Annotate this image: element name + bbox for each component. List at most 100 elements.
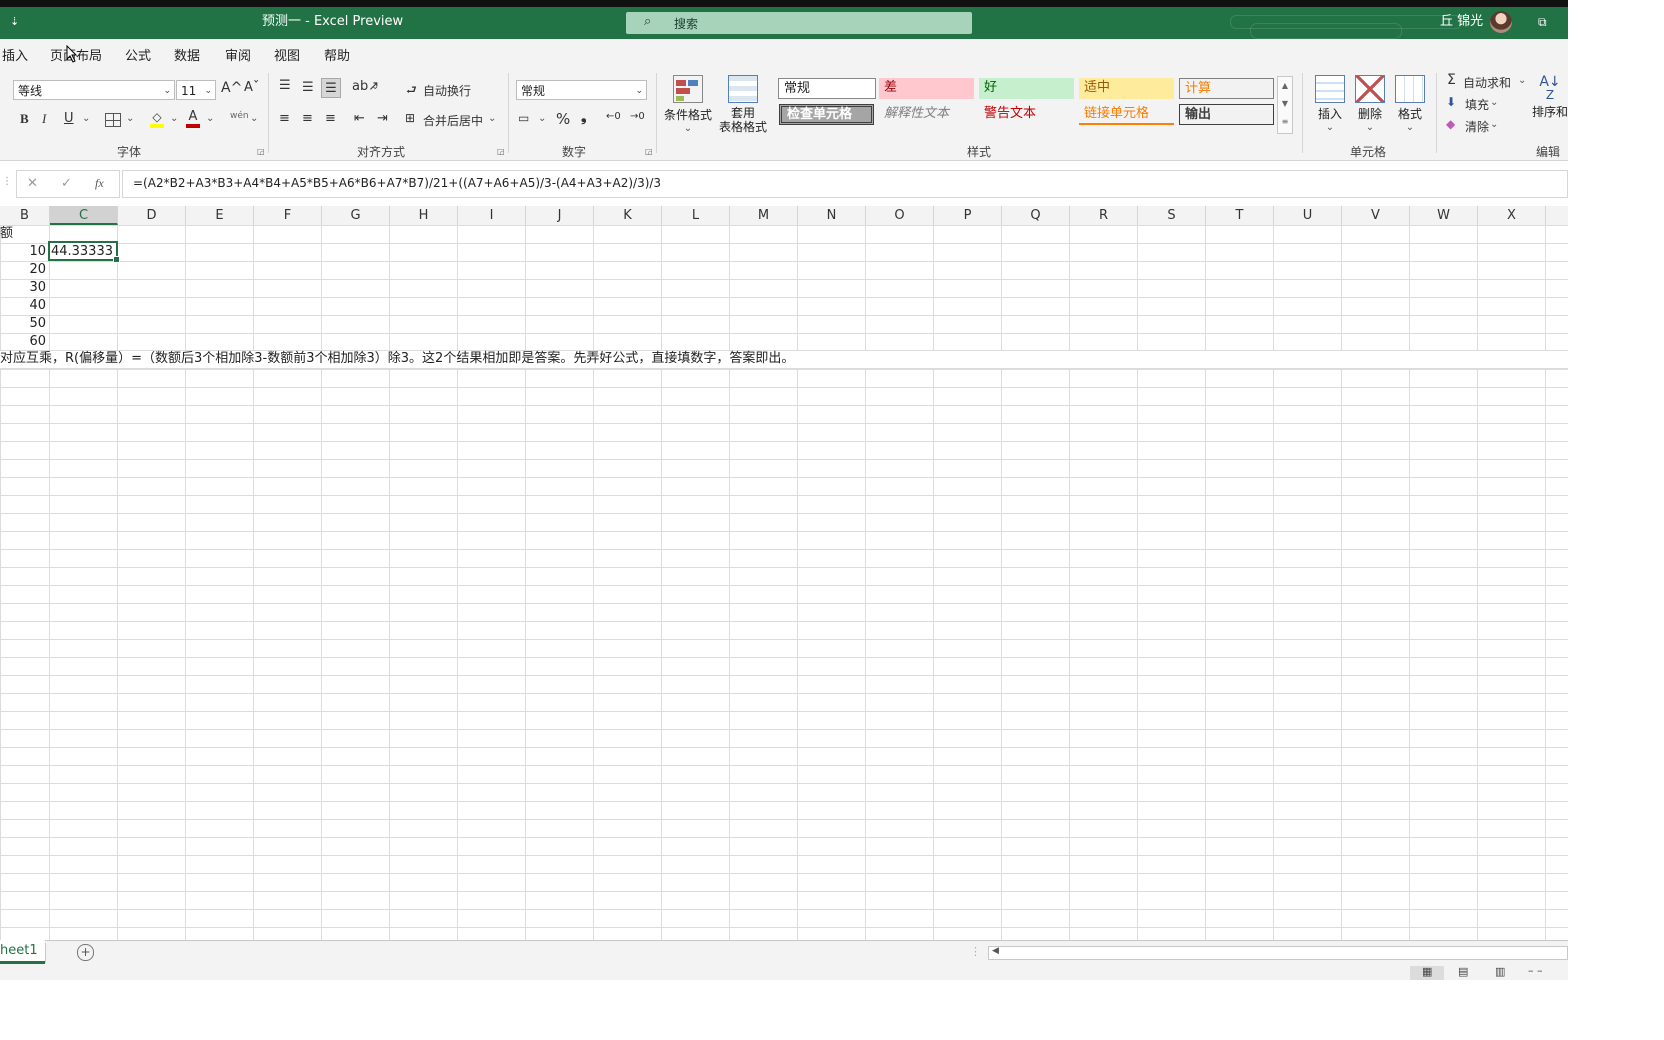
col-header-e[interactable]: E (186, 206, 254, 225)
col-header-j[interactable]: J (526, 206, 594, 225)
cell-note[interactable]: 对应互乘，R(偏移量）=（数额后3个相加除3-数额前3个相加除3）除3。这2个结… (0, 350, 794, 368)
underline-button[interactable]: U (64, 111, 74, 126)
font-name-combo[interactable]: 等线 ⌄ (13, 80, 175, 100)
col-header-g[interactable]: G (322, 206, 390, 225)
number-dialog-launcher-icon[interactable]: ◲ (645, 147, 653, 156)
align-left-icon[interactable]: ≡ (279, 111, 290, 126)
selected-cell-c2[interactable]: 44.33333 (48, 241, 120, 263)
align-top-icon[interactable]: ☰ (279, 78, 291, 93)
comma-style-button[interactable]: ❟ (581, 109, 587, 125)
col-header-c[interactable]: C (50, 206, 118, 225)
fill-color-icon[interactable]: ◇ (150, 111, 164, 129)
styles-gallery-scroll[interactable]: ▲ ▼ ≡ (1277, 76, 1293, 134)
border-icon[interactable] (105, 113, 121, 127)
chevron-down-icon[interactable]: ⌄ (1518, 75, 1526, 86)
style-warning[interactable]: 警告文本 (979, 104, 1074, 125)
merge-center-icon[interactable]: ⊞ (405, 111, 415, 125)
page-layout-view-icon[interactable]: ▤ (1458, 965, 1468, 978)
format-cells-button[interactable]: 格式 ⌄ (1392, 75, 1428, 133)
cell-b7[interactable]: 60 (0, 333, 46, 351)
percent-button[interactable]: % (556, 110, 570, 128)
chevron-down-icon[interactable]: ⌄ (250, 113, 258, 124)
col-header-f[interactable]: F (254, 206, 322, 225)
gallery-more-icon[interactable]: ≡ (1278, 113, 1292, 131)
align-middle-icon[interactable]: ☰ (302, 80, 314, 95)
worksheet-grid[interactable]: 额 10 20 30 40 50 60 44.33333 对应互乘，R(偏移量）… (0, 225, 1568, 940)
shrink-font-button[interactable]: Aˇ (244, 80, 259, 95)
autosum-icon[interactable]: Σ (1447, 72, 1456, 88)
col-header-w[interactable]: W (1410, 206, 1478, 225)
search-box[interactable]: ⌕ 搜索 (626, 12, 972, 34)
increase-decimal-icon[interactable]: ←0 (606, 111, 621, 122)
chevron-down-icon[interactable]: ⌄ (488, 113, 496, 124)
chevron-down-icon[interactable]: ⌄ (371, 81, 379, 92)
clear-button[interactable]: 清除 (1465, 118, 1489, 135)
col-header-s[interactable]: S (1138, 206, 1206, 225)
style-bad[interactable]: 差 (879, 78, 974, 99)
delete-cells-button[interactable]: 删除 ⌄ (1352, 75, 1388, 133)
bold-button[interactable]: B (20, 111, 29, 127)
normal-view-button[interactable]: ▦ (1410, 965, 1444, 980)
col-header-u[interactable]: U (1274, 206, 1342, 225)
sheet-tab-active[interactable]: heet1 (0, 940, 45, 964)
chevron-down-icon[interactable]: ⌄ (206, 113, 214, 124)
cell-b5[interactable]: 40 (0, 297, 46, 315)
style-linked-cell[interactable]: 链接单元格 (1079, 104, 1174, 125)
chevron-down-icon[interactable]: ▼ (1278, 95, 1292, 113)
increase-indent-icon[interactable]: ⇥ (377, 111, 388, 126)
chevron-down-icon[interactable]: ⌄ (538, 113, 546, 124)
col-header-h[interactable]: H (390, 206, 458, 225)
merge-center-button[interactable]: 合并后居中 (423, 112, 483, 129)
autosum-button[interactable]: 自动求和 (1463, 74, 1511, 91)
sort-filter-button[interactable]: A↓ Z 排序和 (1530, 75, 1568, 120)
col-header-b[interactable]: B (0, 206, 50, 225)
col-header-m[interactable]: M (730, 206, 798, 225)
cancel-button[interactable]: ✕ (27, 176, 38, 191)
col-header-r[interactable]: R (1070, 206, 1138, 225)
chevron-down-icon[interactable]: ⌄ (170, 113, 178, 124)
fill-handle[interactable] (113, 256, 120, 263)
enter-button[interactable]: ✓ (61, 176, 72, 191)
align-bottom-icon[interactable]: ☰ (321, 78, 341, 98)
tab-data[interactable]: 数据 (174, 45, 200, 64)
cell-b1[interactable]: 额 (0, 225, 13, 243)
alignment-dialog-launcher-icon[interactable]: ◲ (497, 147, 505, 156)
style-explanatory[interactable]: 解释性文本 (879, 104, 974, 125)
avatar[interactable] (1490, 11, 1512, 33)
col-header-d[interactable]: D (118, 206, 186, 225)
col-header-k[interactable]: K (594, 206, 662, 225)
chevron-down-icon[interactable]: ⌄ (1490, 119, 1498, 130)
number-format-combo[interactable]: 常规 ⌄ (516, 80, 647, 100)
add-sheet-button[interactable]: + (77, 944, 94, 961)
cell-b3[interactable]: 20 (0, 261, 46, 279)
ribbon-display-icon[interactable]: ⧉ (1538, 7, 1547, 37)
style-normal[interactable]: 常规 (778, 78, 876, 99)
wrap-text-icon[interactable]: ⮐ (406, 81, 417, 102)
cell-b2[interactable]: 10 (0, 243, 46, 261)
style-output[interactable]: 输出 (1179, 104, 1274, 125)
col-header-o[interactable]: O (866, 206, 934, 225)
fill-icon[interactable]: ⬇ (1446, 95, 1456, 109)
decrease-decimal-icon[interactable]: →0 (630, 111, 645, 122)
align-right-icon[interactable]: ≡ (325, 111, 336, 126)
italic-button[interactable]: I (42, 111, 46, 127)
chevron-down-icon[interactable]: ⌄ (126, 113, 134, 124)
chevron-up-icon[interactable]: ▲ (1278, 77, 1292, 95)
horizontal-scrollbar[interactable]: ◀ (988, 946, 1568, 960)
cell-b4[interactable]: 30 (0, 279, 46, 297)
insert-cells-button[interactable]: 插入 ⌄ (1312, 75, 1348, 133)
accounting-format-icon[interactable]: ▭ (518, 111, 529, 125)
chevron-down-icon[interactable]: ⌄ (1490, 97, 1498, 108)
page-break-view-icon[interactable]: ▥ (1495, 965, 1505, 978)
quick-access-toolbar-button[interactable]: ⇣ (10, 7, 19, 37)
col-header-p[interactable]: P (934, 206, 1002, 225)
font-color-icon[interactable]: A (186, 110, 200, 129)
font-dialog-launcher-icon[interactable]: ◲ (257, 147, 265, 156)
style-neutral[interactable]: 适中 (1079, 78, 1174, 99)
tab-view[interactable]: 视图 (274, 45, 300, 64)
decrease-indent-icon[interactable]: ⇤ (354, 111, 365, 126)
tab-help[interactable]: 帮助 (324, 45, 350, 64)
phonetic-guide-button[interactable]: wén (230, 111, 249, 121)
chevron-down-icon[interactable]: ⌄ (82, 113, 90, 124)
eraser-icon[interactable]: ◆ (1446, 117, 1455, 131)
